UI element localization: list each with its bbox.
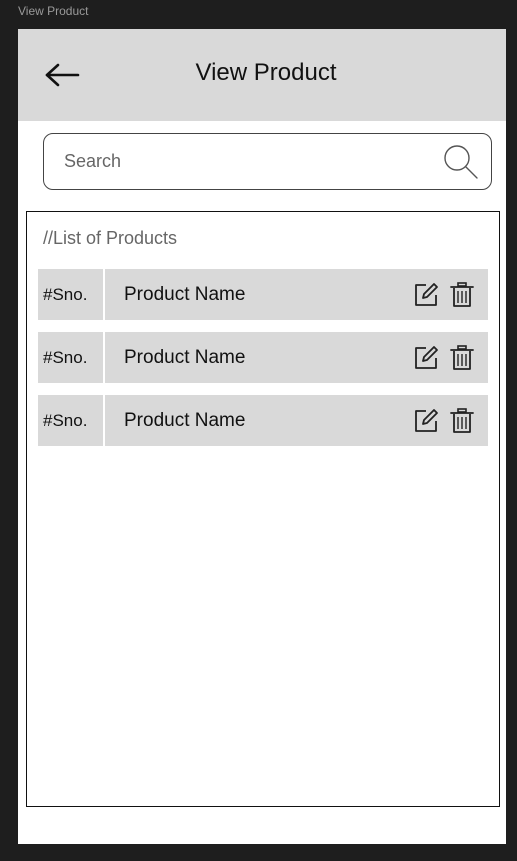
search-icon[interactable] (441, 142, 481, 182)
table-row: #Sno. Product Name (38, 269, 488, 320)
product-rows: #Sno. Product Name #Sno. Product Name #S… (38, 269, 488, 458)
search-bar (43, 133, 492, 190)
product-name: Product Name (124, 409, 246, 431)
product-name-cell: Product Name (105, 395, 488, 446)
list-caption: //List of Products (43, 228, 178, 248)
trash-icon[interactable] (448, 281, 476, 309)
product-name: Product Name (124, 346, 246, 368)
edit-icon[interactable] (412, 344, 440, 372)
phone-screen: View Product //List of Products #Sno. Pr… (18, 29, 506, 844)
search-input[interactable] (64, 142, 424, 180)
serial-number-cell: #Sno. (38, 332, 103, 383)
serial-number-cell: #Sno. (38, 395, 103, 446)
product-name: Product Name (124, 283, 246, 305)
product-name-cell: Product Name (105, 269, 488, 320)
edit-icon[interactable] (412, 407, 440, 435)
app-header: View Product (18, 29, 506, 121)
serial-number-cell: #Sno. (38, 269, 103, 320)
page-title: View Product (195, 59, 337, 86)
table-row: #Sno. Product Name (38, 332, 488, 383)
edit-icon[interactable] (412, 281, 440, 309)
product-list: //List of Products #Sno. Product Name #S… (26, 211, 500, 807)
trash-icon[interactable] (448, 407, 476, 435)
product-name-cell: Product Name (105, 332, 488, 383)
frame-label: View Product (18, 4, 89, 18)
table-row: #Sno. Product Name (38, 395, 488, 446)
trash-icon[interactable] (448, 344, 476, 372)
